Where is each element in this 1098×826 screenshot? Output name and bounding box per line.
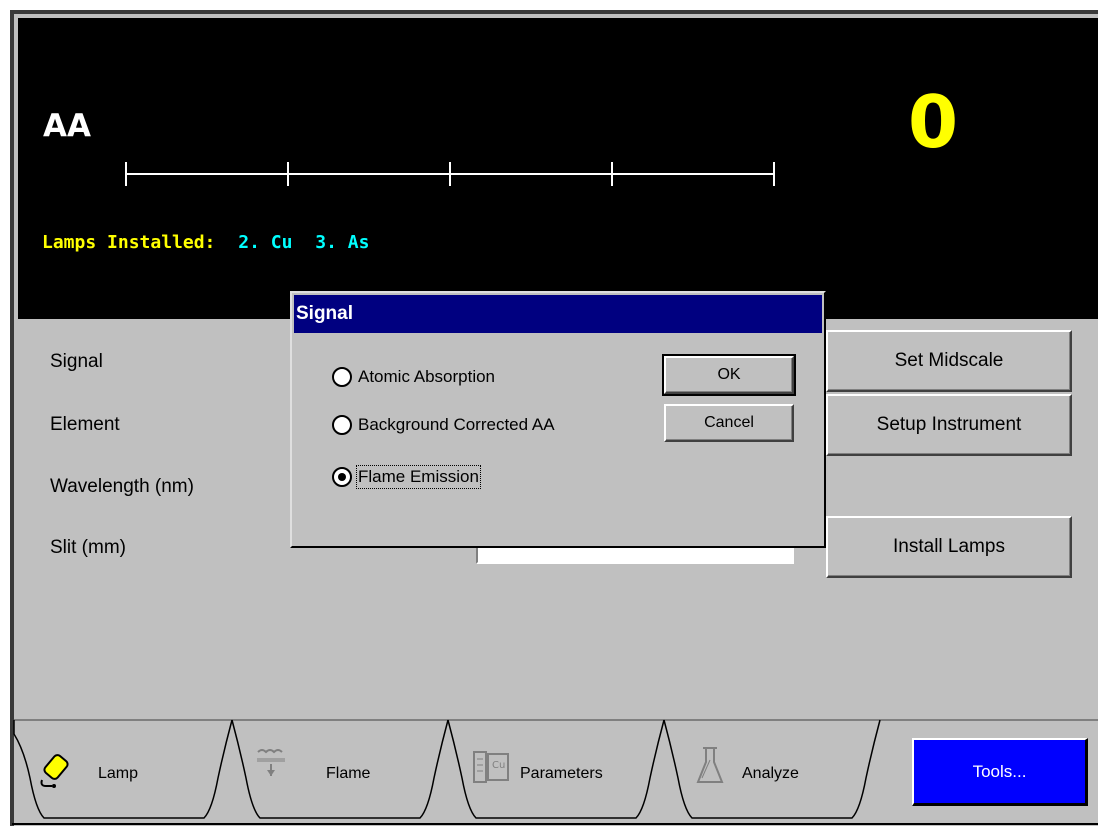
install-lamps-button[interactable]: Install Lamps [826, 516, 1072, 578]
lamp-entry: 2. Cu [238, 232, 293, 253]
radio-label: Flame Emission [356, 465, 481, 489]
tools-button[interactable]: Tools... [912, 738, 1088, 806]
radio-label: Atomic Absorption [358, 367, 496, 386]
radio-atomic-absorption[interactable]: Atomic Absorption [332, 367, 495, 387]
signal-display: AA 0 Lamps Installed: 2. Cu 3. As [18, 18, 1098, 319]
flask-icon [696, 747, 724, 783]
radio-label: Background Corrected AA [358, 415, 555, 434]
tab-parameters[interactable]: Cu Parameters [466, 740, 646, 804]
svg-text:Cu: Cu [492, 760, 505, 771]
radio-button[interactable] [332, 415, 352, 435]
tab-label: Lamp [98, 765, 139, 782]
tab-label: Analyze [742, 765, 799, 782]
signal-label: Signal [50, 351, 103, 372]
radio-button[interactable] [332, 367, 352, 387]
lamp-entry: 3. As [315, 232, 370, 253]
mode-label: AA [43, 108, 91, 144]
set-midscale-button[interactable]: Set Midscale [826, 330, 1072, 392]
tab-flame[interactable]: Flame [248, 740, 428, 804]
wavelength-label: Wavelength (nm) [50, 476, 194, 497]
slit-label: Slit (mm) [50, 537, 126, 558]
tab-analyze[interactable]: Analyze [682, 740, 862, 804]
radio-button-selected[interactable] [332, 467, 352, 487]
signal-reading: 0 [908, 80, 959, 164]
signal-dialog: Signal Atomic Absorption Background Corr… [290, 291, 826, 548]
lamps-installed: Lamps Installed: 2. Cu 3. As [42, 232, 369, 253]
tab-lamp[interactable]: Lamp [30, 740, 210, 804]
setup-instrument-button[interactable]: Setup Instrument [826, 394, 1072, 456]
element-label: Element [50, 414, 120, 435]
flame-icon [257, 749, 285, 776]
radio-background-corrected-aa[interactable]: Background Corrected AA [332, 415, 555, 435]
signal-scale [125, 162, 775, 186]
lamps-label: Lamps Installed: [42, 232, 216, 253]
dialog-title: Signal [294, 295, 822, 333]
parameters-icon: Cu [473, 751, 509, 783]
lamp-icon [40, 754, 69, 788]
radio-flame-emission[interactable]: Flame Emission [332, 465, 481, 489]
tab-label: Flame [326, 765, 371, 782]
ok-button[interactable]: OK [662, 354, 796, 396]
cancel-button[interactable]: Cancel [664, 404, 794, 442]
tab-label: Parameters [520, 765, 603, 782]
